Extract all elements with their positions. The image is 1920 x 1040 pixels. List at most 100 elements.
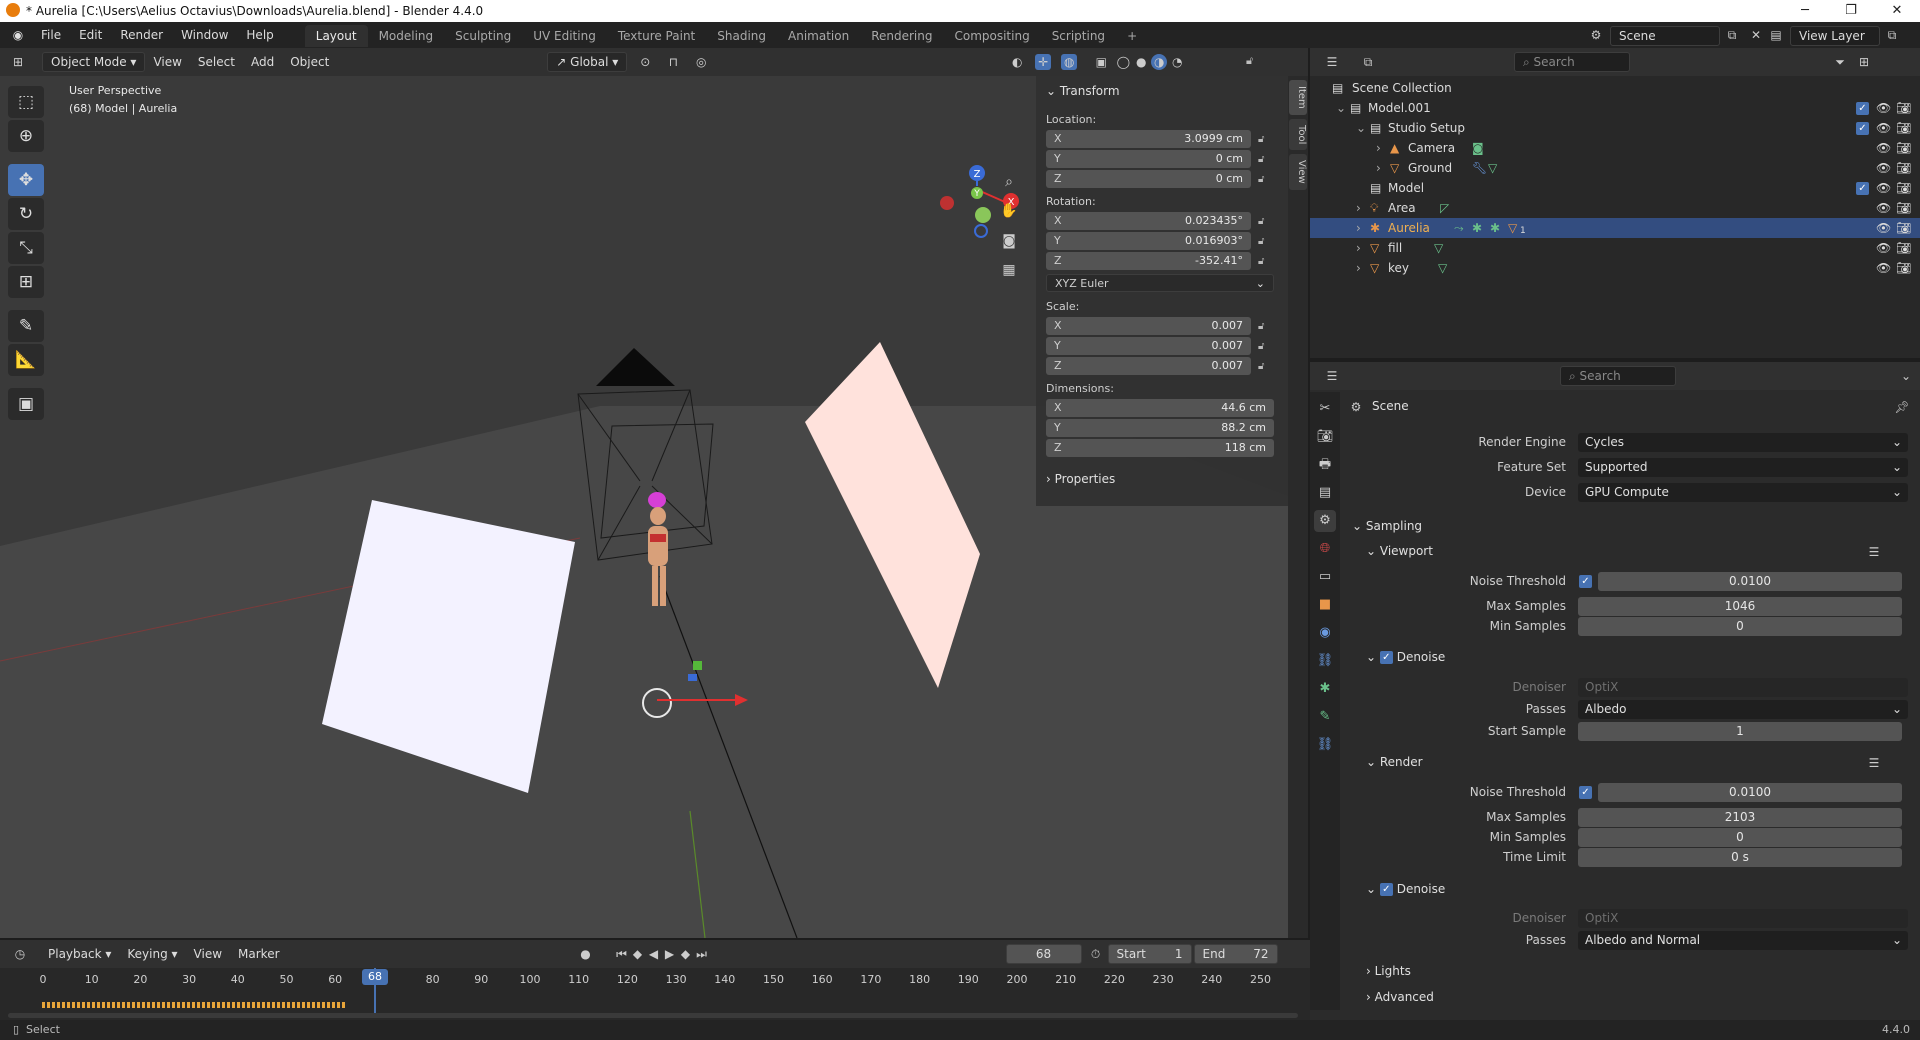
cursor-tool-icon[interactable]: ⊕ xyxy=(8,120,44,152)
menu-playback[interactable]: Playback ▾ xyxy=(40,944,119,964)
pin-icon[interactable]: 📌︎ xyxy=(1894,399,1910,415)
vp-denoise-checkbox[interactable]: ✓ xyxy=(1379,651,1393,664)
viewport-subpanel-header[interactable]: ⌄ Viewport xyxy=(1366,544,1433,558)
editor-type-icon[interactable]: ⊞ xyxy=(10,54,26,70)
properties-editor-type-icon[interactable]: ☰ xyxy=(1324,368,1340,384)
rotate-tool-icon[interactable]: ↻ xyxy=(8,198,44,230)
vp-noise-threshold-field[interactable]: 0.0100 xyxy=(1598,572,1902,591)
camera-data-icon[interactable]: ◙ xyxy=(1472,138,1484,158)
r-noise-threshold-field[interactable]: 0.0100 xyxy=(1598,783,1902,802)
lock-icon[interactable]: 🔓︎ xyxy=(1258,317,1270,337)
outliner-row-camera[interactable]: › ▲ Camera ◙ 👁︎ 📷︎ xyxy=(1310,138,1920,158)
transform-tool-icon[interactable]: ⊞ xyxy=(8,266,44,298)
location-x-field[interactable]: X 3.0999 cm xyxy=(1046,130,1251,148)
current-frame-field[interactable]: 68 xyxy=(1005,944,1082,964)
measure-tool-icon[interactable]: 📐 xyxy=(8,344,44,376)
next-keyframe-icon[interactable]: ◆ xyxy=(678,946,694,962)
chevron-right-icon[interactable]: › xyxy=(1356,258,1361,278)
scene-selector[interactable]: Scene xyxy=(1610,26,1720,46)
outliner-row-key[interactable]: › ▽ key ▽ 👁︎ 📷︎ xyxy=(1310,258,1920,278)
end-frame-field[interactable]: End 72 xyxy=(1193,944,1278,964)
eye-icon[interactable]: 👁︎ xyxy=(1876,158,1891,178)
dimensions-z-field[interactable]: Z 118 cm xyxy=(1046,439,1274,457)
rotation-y-field[interactable]: Y 0.016903° xyxy=(1046,232,1251,250)
outliner-row-aurelia[interactable]: › ✱ Aurelia ⤳ ✱ ✱ ▽ 1 👁︎ 📷︎ xyxy=(1310,218,1920,238)
eye-icon[interactable]: 👁︎ xyxy=(1876,218,1891,238)
render-camera-icon[interactable]: 📷︎ xyxy=(1896,118,1911,138)
render-camera-icon[interactable]: 📷︎ xyxy=(1896,98,1911,118)
r-denoiser-select[interactable]: OptiX xyxy=(1578,909,1908,928)
armature-tab-icon[interactable]: ✱ xyxy=(1314,678,1336,700)
tab-modeling[interactable]: Modeling xyxy=(368,25,445,47)
vp-denoise-subpanel-header[interactable]: ⌄ ✓ Denoise xyxy=(1366,650,1445,664)
outliner-row-model-001[interactable]: ⌄ ▤ Model.001 ✓ 👁︎ 📷︎ xyxy=(1310,98,1920,118)
rotation-z-field[interactable]: Z -352.41° xyxy=(1046,252,1251,270)
render-subpanel-header[interactable]: ⌄ Render xyxy=(1366,755,1423,769)
mesh-data-icon[interactable]: ▽ xyxy=(1434,238,1443,258)
minimize-button[interactable]: ─ xyxy=(1782,0,1828,22)
sampling-panel-header[interactable]: ⌄ Sampling xyxy=(1352,519,1422,533)
nav-gizmo-neg-x[interactable] xyxy=(940,196,954,210)
mesh-data-icon[interactable]: ▽ xyxy=(1488,158,1497,178)
bone-icon[interactable]: ✱ xyxy=(1490,218,1500,238)
menu-keying[interactable]: Keying ▾ xyxy=(119,944,185,964)
r-max-samples-field[interactable]: 2103 xyxy=(1578,808,1902,827)
exclude-checkbox[interactable]: ✓ xyxy=(1856,122,1869,135)
render-engine-select[interactable]: Cycles ⌄ xyxy=(1578,433,1908,452)
r-min-samples-field[interactable]: 0 xyxy=(1578,828,1902,847)
scale-x-field[interactable]: X 0.007 xyxy=(1046,317,1251,335)
auto-key-icon[interactable]: ● xyxy=(578,946,594,962)
overlay-toggle-icon[interactable]: ◍ xyxy=(1061,54,1078,70)
timeline-scrollbar[interactable] xyxy=(8,1013,1298,1018)
lights-subpanel-header[interactable]: › Lights xyxy=(1366,964,1411,978)
menu-timeline-view[interactable]: View xyxy=(186,944,230,964)
r-denoise-checkbox[interactable]: ✓ xyxy=(1379,883,1393,896)
r-denoise-subpanel-header[interactable]: ⌄ ✓ Denoise xyxy=(1366,882,1445,896)
add-workspace-button[interactable]: + xyxy=(1116,25,1148,47)
lock-icon[interactable]: 🔓︎ xyxy=(1258,252,1270,272)
vp-max-samples-field[interactable]: 1046 xyxy=(1578,597,1902,616)
camera-view-icon[interactable]: ◙ xyxy=(998,230,1020,252)
tab-texture-paint[interactable]: Texture Paint xyxy=(607,25,706,47)
outliner-search-input[interactable]: ⌕ Search xyxy=(1514,52,1630,72)
menu-help[interactable]: Help xyxy=(237,22,282,48)
move-gizmo-plane-green[interactable] xyxy=(693,661,702,670)
lock-icon[interactable]: 🔓︎ xyxy=(1258,150,1270,170)
dimensions-x-field[interactable]: X 44.6 cm xyxy=(1046,399,1274,417)
start-sample-field[interactable]: 1 xyxy=(1578,722,1902,741)
blender-menu-icon[interactable]: ◉ xyxy=(10,27,26,43)
render-camera-icon[interactable]: 📷︎ xyxy=(1896,138,1911,158)
render-tab-icon[interactable]: 📷︎ xyxy=(1314,426,1336,448)
move-tool-icon[interactable]: ✥ xyxy=(8,164,44,196)
collection-tab-icon[interactable]: ▭ xyxy=(1314,566,1336,588)
zoom-icon[interactable]: ⌕ xyxy=(998,171,1020,193)
gizmo-toggle-icon[interactable]: ✛ xyxy=(1035,54,1052,70)
world-tab-icon[interactable]: 🌐︎ xyxy=(1314,538,1336,560)
playhead-frame-badge[interactable]: 68 xyxy=(362,969,388,985)
tab-animation[interactable]: Animation xyxy=(777,25,860,47)
mesh-data-icon[interactable]: ▽ xyxy=(1438,258,1447,278)
render-camera-icon[interactable]: 📷︎ xyxy=(1896,158,1911,178)
menu-view[interactable]: View xyxy=(145,52,189,72)
tab-sculpting[interactable]: Sculpting xyxy=(444,25,522,47)
outliner-row-fill[interactable]: › ▽ fill ▽ 👁︎ 📷︎ xyxy=(1310,238,1920,258)
nav-gizmo-neg-y[interactable] xyxy=(975,207,991,223)
tool-tab-icon[interactable]: ✂ xyxy=(1314,398,1336,420)
lock-icon[interactable]: 🔓︎ xyxy=(1258,232,1270,252)
tab-scripting[interactable]: Scripting xyxy=(1041,25,1116,47)
add-cube-tool-icon[interactable]: ▣ xyxy=(8,388,44,420)
properties-subpanel-header[interactable]: › Properties xyxy=(1046,472,1276,486)
render-camera-icon[interactable]: 📷︎ xyxy=(1896,218,1911,238)
time-limit-field[interactable]: 0 s xyxy=(1578,848,1902,867)
remove-scene-icon[interactable]: ✕ xyxy=(1748,27,1764,43)
scale-y-field[interactable]: Y 0.007 xyxy=(1046,337,1251,355)
vp-passes-select[interactable]: Albedo ⌄ xyxy=(1578,700,1908,719)
chevron-right-icon[interactable]: › xyxy=(1356,238,1361,258)
move-gizmo-plane-blue[interactable] xyxy=(688,674,697,681)
lock-icon[interactable]: 🔓︎ xyxy=(1246,54,1253,68)
eye-icon[interactable]: 👁︎ xyxy=(1876,178,1891,198)
transform-header[interactable]: ⌄ Transform xyxy=(1046,84,1276,98)
visibility-icon[interactable]: ◐ xyxy=(1009,54,1025,70)
clock-icon[interactable]: ⏱ xyxy=(1088,946,1104,962)
presets-list-icon[interactable]: ☰ xyxy=(1866,755,1882,771)
